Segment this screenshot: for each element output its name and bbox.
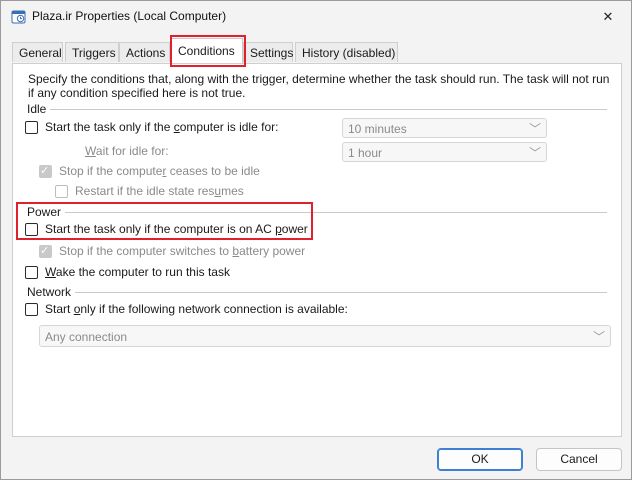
- power-group-label: Power: [27, 205, 66, 219]
- tab-triggers[interactable]: Triggers: [65, 42, 119, 62]
- checkmark-icon: ✓: [40, 244, 50, 257]
- task-scheduler-icon: [11, 10, 26, 24]
- close-button[interactable]: ✕: [585, 1, 631, 33]
- title-bar: Plaza.ir Properties (Local Computer) ✕: [1, 1, 631, 33]
- restart-if-resumes-option[interactable]: Restart if the idle state resumes: [55, 184, 244, 198]
- start-on-ac-option[interactable]: Start the task only if the computer is o…: [25, 222, 308, 236]
- stop-if-ceases-option[interactable]: ✓ Stop if the computer ceases to be idle: [39, 164, 260, 178]
- tab-label: Actions: [126, 46, 166, 60]
- close-icon: ✕: [602, 9, 614, 24]
- network-group-divider: [27, 292, 607, 293]
- network-group-label: Network: [27, 285, 76, 299]
- idle-duration-combo[interactable]: 10 minutes ﹀: [342, 118, 547, 138]
- properties-dialog: Plaza.ir Properties (Local Computer) ✕ G…: [0, 0, 632, 480]
- chevron-down-icon: ﹀: [528, 122, 541, 136]
- stop-on-battery-option[interactable]: ✓ Stop if the computer switches to batte…: [39, 244, 305, 258]
- cancel-button[interactable]: Cancel: [536, 448, 622, 471]
- tab-settings[interactable]: Settings: [243, 42, 293, 62]
- start-on-ac-checkbox[interactable]: [25, 222, 38, 236]
- wait-duration-value: 1 hour: [348, 146, 383, 160]
- start-if-network-option[interactable]: Start only if the following network conn…: [25, 302, 348, 316]
- network-connection-combo[interactable]: Any connection ﹀: [39, 325, 611, 347]
- tab-label: History (disabled): [302, 46, 396, 60]
- conditions-description: Specify the conditions that, along with …: [28, 72, 610, 100]
- checkmark-icon: ✓: [40, 164, 50, 177]
- power-group-divider: [27, 212, 607, 213]
- idle-duration-value: 10 minutes: [348, 122, 407, 136]
- wake-to-run-checkbox[interactable]: [25, 265, 38, 279]
- network-connection-value: Any connection: [45, 330, 128, 344]
- chevron-down-icon: ﹀: [592, 330, 605, 344]
- stop-if-ceases-checkbox[interactable]: ✓: [39, 164, 52, 178]
- tab-label: Triggers: [72, 46, 116, 60]
- tab-label: Settings: [250, 46, 294, 60]
- start-if-network-label: Start only if the following network conn…: [45, 302, 348, 316]
- chevron-down-icon: ﹀: [528, 146, 541, 160]
- tab-label: General: [19, 46, 62, 60]
- stop-on-battery-checkbox[interactable]: ✓: [39, 244, 52, 258]
- start-if-idle-checkbox[interactable]: [25, 120, 38, 134]
- tab-conditions[interactable]: Conditions: [171, 38, 243, 63]
- tab-actions[interactable]: Actions: [119, 42, 170, 62]
- start-if-idle-option[interactable]: Start the task only if the computer is i…: [25, 120, 278, 134]
- wake-to-run-option[interactable]: Wake the computer to run this task: [25, 265, 230, 279]
- start-if-network-checkbox[interactable]: [25, 302, 38, 316]
- ok-button[interactable]: OK: [437, 448, 523, 471]
- tab-history[interactable]: History (disabled): [295, 42, 398, 62]
- wait-duration-combo[interactable]: 1 hour ﹀: [342, 142, 547, 162]
- start-if-idle-label: Start the task only if the computer is i…: [45, 120, 279, 134]
- stop-if-ceases-label: Stop if the computer ceases to be idle: [59, 164, 260, 178]
- idle-group-label: Idle: [27, 102, 51, 116]
- wait-for-idle-row: Wait for idle for:: [85, 144, 169, 158]
- wait-for-idle-label: Wait for idle for:: [85, 144, 169, 158]
- tab-label: Conditions: [178, 44, 235, 58]
- stop-on-battery-label: Stop if the computer switches to battery…: [59, 244, 306, 258]
- restart-if-resumes-label: Restart if the idle state resumes: [75, 184, 244, 198]
- idle-group-divider: [27, 109, 607, 110]
- start-on-ac-label: Start the task only if the computer is o…: [45, 222, 308, 236]
- tab-general[interactable]: General: [12, 42, 63, 62]
- wake-to-run-label: Wake the computer to run this task: [45, 265, 230, 279]
- window-title: Plaza.ir Properties (Local Computer): [32, 9, 227, 23]
- restart-if-resumes-checkbox[interactable]: [55, 184, 68, 198]
- conditions-panel: Specify the conditions that, along with …: [12, 63, 622, 437]
